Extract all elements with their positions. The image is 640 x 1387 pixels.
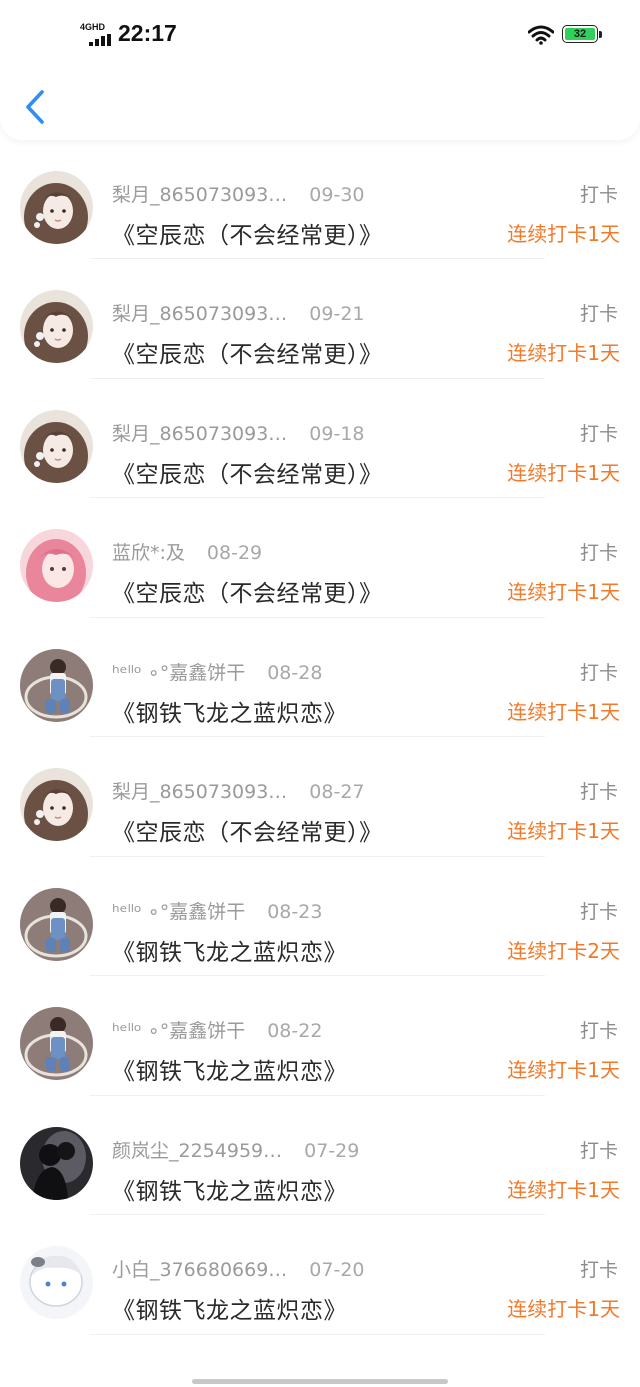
girl-brown-avatar[interactable] [20, 768, 93, 841]
row-divider [90, 1333, 545, 1335]
checkin-row[interactable]: 梨月_865073093… 09-18 打卡《空辰恋（不会经常更）》 连续打卡1天 [0, 379, 640, 498]
checkin-row[interactable]: 梨月_865073093… 08-27 打卡《空辰恋（不会经常更）》 连续打卡1天 [0, 737, 640, 857]
wifi-icon [528, 25, 554, 45]
checkin-tag: 打卡 [579, 542, 618, 564]
checkin-row[interactable]: 颜岚尘_2254959… 07-29 打卡《钢铁飞龙之蓝炽恋》 连续打卡1天 [0, 1096, 640, 1215]
checkin-date: 07-29 [304, 1139, 360, 1162]
book-title[interactable]: 《空辰恋（不会经常更）》 [112, 813, 383, 847]
streak-label: 连续打卡1天 [507, 819, 620, 843]
row-meta: 梨月_865073093… 08-27 [112, 777, 365, 804]
battery-icon: 32 [562, 25, 604, 45]
status-time: 22:17 [118, 20, 177, 46]
checkin-date: 09-18 [309, 422, 365, 445]
checkin-date: 08-27 [309, 781, 365, 803]
book-title[interactable]: 《空辰恋（不会经常更）》 [112, 455, 383, 489]
row-meta: 梨月_865073093… 09-30 [112, 180, 365, 207]
user-name[interactable]: ʰᵉˡˡᵒ ∘°嘉鑫饼干 [112, 897, 245, 924]
child-swing-avatar[interactable] [20, 648, 93, 722]
streak-label: 连续打卡2天 [507, 938, 620, 963]
streak-label: 连续打卡1天 [507, 460, 620, 485]
checkin-row[interactable]: ʰᵉˡˡᵒ ∘°嘉鑫饼干 08-22 打卡《钢铁飞龙之蓝炽恋》 连续打卡1天 [0, 976, 640, 1096]
streak-label: 连续打卡1天 [507, 580, 620, 604]
top-header: 4GHD 22:17 32 [0, 0, 640, 140]
user-name[interactable]: 小白_376680669… [112, 1255, 287, 1282]
book-title[interactable]: 《钢铁飞龙之蓝炽恋》 [112, 694, 347, 728]
user-name[interactable]: 梨月_865073093… [112, 299, 287, 326]
book-title[interactable]: 《钢铁飞龙之蓝炽恋》 [112, 1052, 347, 1086]
row-meta: 梨月_865073093… 09-18 [112, 419, 365, 446]
row-meta: 颜岚尘_2254959… 07-29 [112, 1136, 359, 1163]
checkin-tag: 打卡 [579, 781, 618, 803]
streak-label: 连续打卡1天 [507, 1177, 620, 1202]
user-name[interactable]: 梨月_865073093… [112, 180, 287, 207]
checkin-tag: 打卡 [579, 422, 618, 445]
battery-level: 32 [573, 28, 587, 40]
user-name[interactable]: 梨月_865073093… [112, 777, 287, 804]
white-hair-avatar[interactable] [20, 1246, 93, 1319]
streak-label: 连续打卡1天 [507, 341, 620, 365]
row-meta: ʰᵉˡˡᵒ ∘°嘉鑫饼干 08-28 [112, 658, 322, 685]
row-meta: 蓝欣*:及 08-29 [112, 538, 262, 565]
silhouette-avatar[interactable] [20, 1126, 93, 1200]
checkin-date: 08-29 [206, 542, 263, 564]
book-title[interactable]: 《钢铁飞龙之蓝炽恋》 [112, 1291, 347, 1325]
back-chevron-icon[interactable] [20, 88, 48, 126]
checkin-row[interactable]: 梨月_865073093… 09-21 打卡《空辰恋（不会经常更）》 连续打卡1天 [0, 259, 640, 379]
streak-label: 连续打卡1天 [507, 1058, 620, 1082]
checkin-row[interactable]: ʰᵉˡˡᵒ ∘°嘉鑫饼干 08-28 打卡《钢铁飞龙之蓝炽恋》 连续打卡1天 [0, 618, 640, 737]
user-name[interactable]: 蓝欣*:及 [112, 538, 185, 565]
checkin-tag: 打卡 [579, 1139, 618, 1162]
checkin-tag: 打卡 [579, 900, 618, 923]
girl-brown-avatar[interactable] [20, 409, 93, 483]
signal-icon [89, 34, 111, 46]
checkin-tag: 打卡 [579, 661, 618, 684]
child-swing-avatar[interactable] [20, 1007, 93, 1080]
streak-label: 连续打卡1天 [507, 699, 620, 724]
book-title[interactable]: 《空辰恋（不会经常更）》 [112, 216, 383, 250]
checkin-date: 09-21 [309, 303, 365, 325]
user-name[interactable]: 梨月_865073093… [112, 419, 287, 446]
streak-label: 连续打卡1天 [507, 221, 620, 246]
checkin-date: 08-28 [267, 661, 323, 684]
checkin-tag: 打卡 [579, 183, 618, 206]
row-meta: ʰᵉˡˡᵒ ∘°嘉鑫饼干 08-23 [112, 897, 322, 924]
girl-brown-avatar[interactable] [20, 290, 93, 363]
book-title[interactable]: 《钢铁飞龙之蓝炽恋》 [112, 1172, 347, 1206]
checkin-row[interactable]: ʰᵉˡˡᵒ ∘°嘉鑫饼干 08-23 打卡《钢铁飞龙之蓝炽恋》 连续打卡2天 [0, 857, 640, 976]
checkin-row[interactable]: 小白_376680669… 07-20 打卡《钢铁飞龙之蓝炽恋》 连续打卡1天 [0, 1215, 640, 1335]
checkin-tag: 打卡 [579, 1259, 618, 1281]
user-name[interactable]: ʰᵉˡˡᵒ ∘°嘉鑫饼干 [112, 658, 245, 685]
checkin-row[interactable]: 梨月_865073093… 09-30 打卡《空辰恋（不会经常更）》 连续打卡1天 [0, 140, 640, 259]
checkin-date: 09-30 [309, 183, 365, 206]
girl-brown-avatar[interactable] [20, 170, 93, 244]
checkin-row[interactable]: 蓝欣*:及 08-29 打卡《空辰恋（不会经常更）》 连续打卡1天 [0, 498, 640, 618]
row-meta: 梨月_865073093… 09-21 [112, 299, 365, 326]
book-title[interactable]: 《空辰恋（不会经常更）》 [112, 335, 383, 369]
checkin-date: 08-23 [267, 900, 323, 923]
checkin-tag: 打卡 [579, 1020, 618, 1042]
girl-pink-avatar[interactable] [20, 529, 93, 602]
streak-label: 连续打卡1天 [507, 1297, 620, 1321]
home-indicator [192, 1379, 448, 1384]
user-name[interactable]: 颜岚尘_2254959… [112, 1136, 282, 1163]
child-swing-avatar[interactable] [20, 887, 93, 961]
checkin-date: 07-20 [309, 1259, 365, 1281]
book-title[interactable]: 《空辰恋（不会经常更）》 [112, 574, 383, 608]
book-title[interactable]: 《钢铁飞龙之蓝炽恋》 [112, 933, 347, 967]
checkin-tag: 打卡 [579, 303, 618, 325]
user-name[interactable]: ʰᵉˡˡᵒ ∘°嘉鑫饼干 [112, 1016, 245, 1043]
checkin-date: 08-22 [267, 1020, 323, 1042]
row-meta: 小白_376680669… 07-20 [112, 1255, 365, 1282]
row-meta: ʰᵉˡˡᵒ ∘°嘉鑫饼干 08-22 [112, 1016, 322, 1043]
network-label: 4GHD [80, 22, 106, 32]
